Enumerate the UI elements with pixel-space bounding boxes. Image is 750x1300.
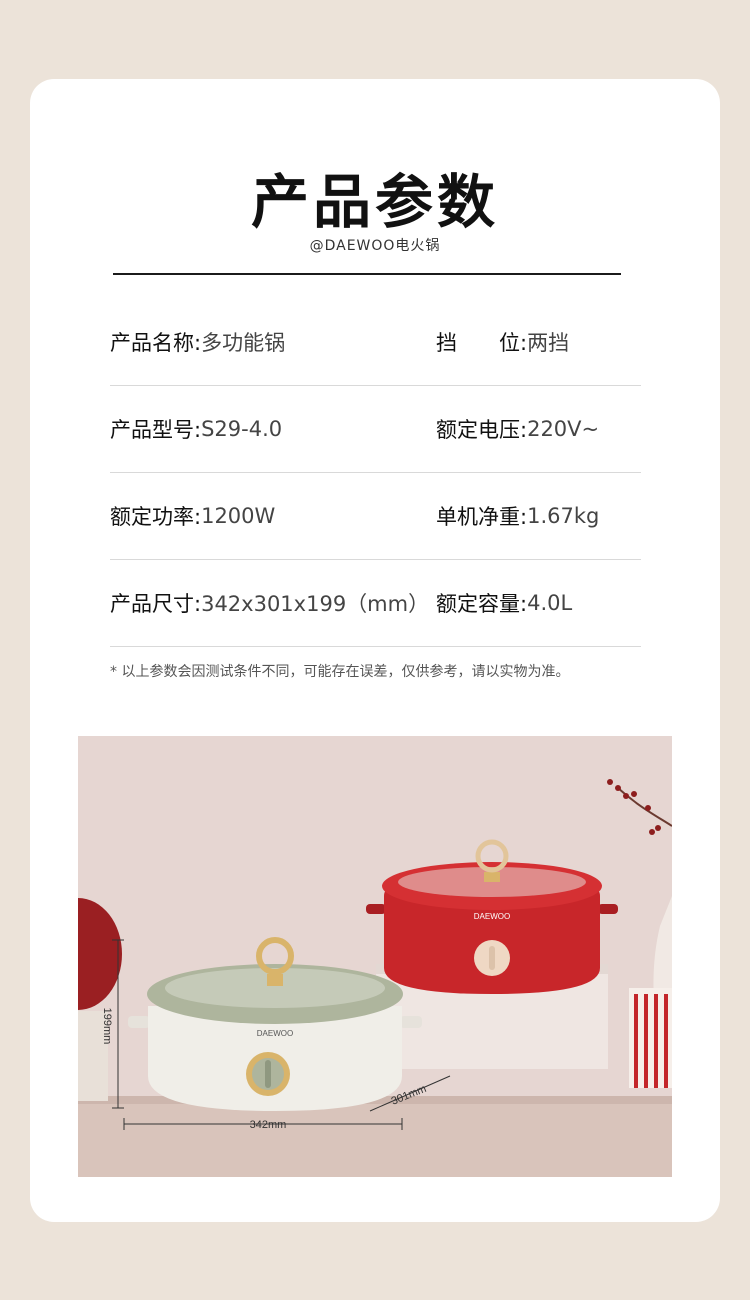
svg-text:DAEWOO: DAEWOO bbox=[474, 912, 510, 921]
spec-label: 挡 位: bbox=[436, 330, 528, 355]
spec-row: 产品尺寸: 342x301x199（mm） 额定容量: 4.0L bbox=[110, 559, 641, 647]
striped-cup bbox=[629, 988, 672, 1088]
height-label: 199mm bbox=[101, 1008, 113, 1045]
product-photo: DAEWOO DAEWOO 199mm 342mm 301mm bbox=[78, 736, 672, 1177]
spec-value: 342x301x199（mm） bbox=[201, 591, 430, 616]
spec-item: 额定功率: 1200W bbox=[110, 472, 275, 559]
spec-item: 挡 位: 两挡 bbox=[436, 298, 569, 385]
spec-value: 220V~ bbox=[527, 416, 600, 441]
spec-label: 单机净重: bbox=[436, 504, 528, 529]
spec-label: 产品尺寸: bbox=[110, 591, 202, 616]
spec-item: 产品型号: S29-4.0 bbox=[110, 385, 282, 472]
spec-value: 1200W bbox=[201, 503, 276, 528]
spec-label: 额定容量: bbox=[436, 591, 528, 616]
spec-value: S29-4.0 bbox=[201, 416, 283, 441]
spec-value: 两挡 bbox=[527, 330, 570, 355]
spec-row: 产品名称: 多功能锅 挡 位: 两挡 bbox=[110, 298, 641, 386]
spec-value: 1.67kg bbox=[527, 503, 600, 528]
spec-card: 产品参数 @DAEWOO电火锅 产品名称: 多功能锅 挡 位: 两挡 产品型号:… bbox=[30, 79, 720, 1222]
disclaimer-note: * 以上参数会因测试条件不同，可能存在误差，仅供参考，请以实物为准。 bbox=[110, 664, 570, 680]
width-label: 342mm bbox=[250, 1119, 287, 1131]
brand-subtitle: @DAEWOO电火锅 bbox=[309, 238, 441, 254]
spec-item: 额定容量: 4.0L bbox=[436, 559, 572, 646]
spec-value: 多功能锅 bbox=[201, 330, 286, 355]
spec-item: 额定电压: 220V~ bbox=[436, 385, 599, 472]
spec-item: 产品尺寸: 342x301x199（mm） bbox=[110, 559, 429, 646]
product-illustration: DAEWOO DAEWOO 199mm 342mm 301mm bbox=[78, 736, 672, 1177]
spec-row: 产品型号: S29-4.0 额定电压: 220V~ bbox=[110, 385, 641, 473]
spec-label: 额定功率: bbox=[110, 504, 202, 529]
spec-label: 产品名称: bbox=[110, 330, 202, 355]
spec-row: 额定功率: 1200W 单机净重: 1.67kg bbox=[110, 472, 641, 560]
page-title: 产品参数 bbox=[250, 168, 499, 236]
spec-item: 单机净重: 1.67kg bbox=[436, 472, 599, 559]
spec-label: 额定电压: bbox=[436, 417, 528, 442]
title-divider bbox=[113, 273, 621, 275]
svg-text:DAEWOO: DAEWOO bbox=[257, 1029, 293, 1038]
spec-value: 4.0L bbox=[527, 590, 573, 615]
spec-item: 产品名称: 多功能锅 bbox=[110, 298, 285, 385]
spec-label: 产品型号: bbox=[110, 417, 202, 442]
